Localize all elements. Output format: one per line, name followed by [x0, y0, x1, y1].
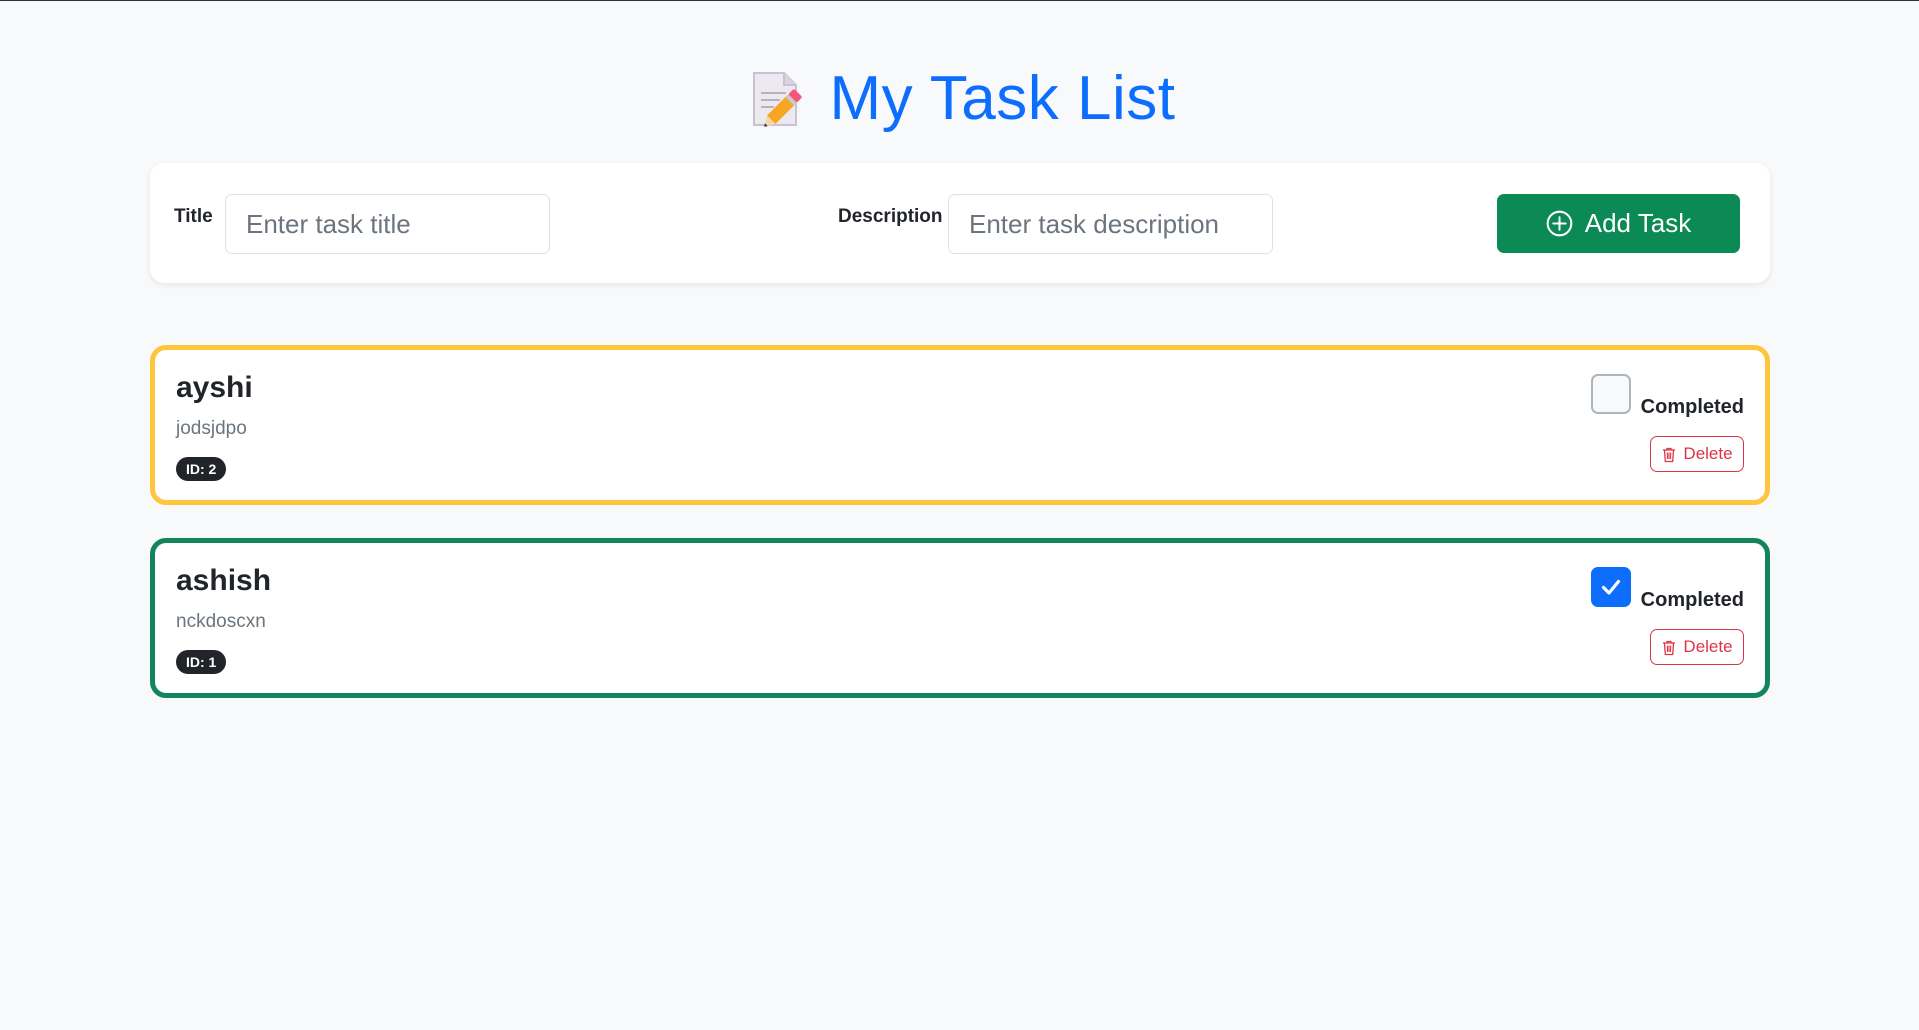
trash-icon [1663, 640, 1676, 655]
page-title: My Task List [829, 64, 1176, 133]
trash-icon [1663, 447, 1676, 462]
title-label: Title [174, 206, 213, 227]
task-card: ashish nckdoscxn ID: 1 Completed Delete [150, 538, 1770, 698]
completed-label: Completed [1640, 396, 1744, 418]
task-description: jodsjdpo [176, 418, 247, 439]
completed-checkbox[interactable] [1591, 374, 1631, 414]
task-card: ayshi jodsjdpo ID: 2 Completed Delete [150, 345, 1770, 505]
task-id-badge: ID: 2 [176, 457, 227, 481]
delete-button-label: Delete [1683, 444, 1733, 463]
description-label: Description [838, 206, 943, 227]
page-title-row: My Task List [0, 63, 1919, 134]
checkmark-icon [1601, 579, 1621, 595]
task-description: nckdoscxn [176, 611, 266, 632]
add-task-button-label: Add Task [1584, 208, 1692, 238]
task-title: ayshi [176, 371, 253, 404]
task-title: ashish [176, 564, 272, 597]
delete-button[interactable]: Delete [1650, 436, 1744, 472]
title-input[interactable] [225, 194, 550, 254]
completed-label: Completed [1640, 589, 1744, 611]
task-id-badge: ID: 1 [176, 650, 227, 674]
add-task-button[interactable]: Add Task [1497, 194, 1740, 253]
delete-button-label: Delete [1683, 637, 1733, 656]
memo-icon [752, 71, 802, 127]
plus-circle-icon [1546, 210, 1573, 237]
description-input[interactable] [948, 194, 1273, 254]
add-task-form: Title Description Add Task [150, 163, 1770, 283]
completed-checkbox[interactable] [1591, 567, 1631, 607]
delete-button[interactable]: Delete [1650, 629, 1744, 665]
